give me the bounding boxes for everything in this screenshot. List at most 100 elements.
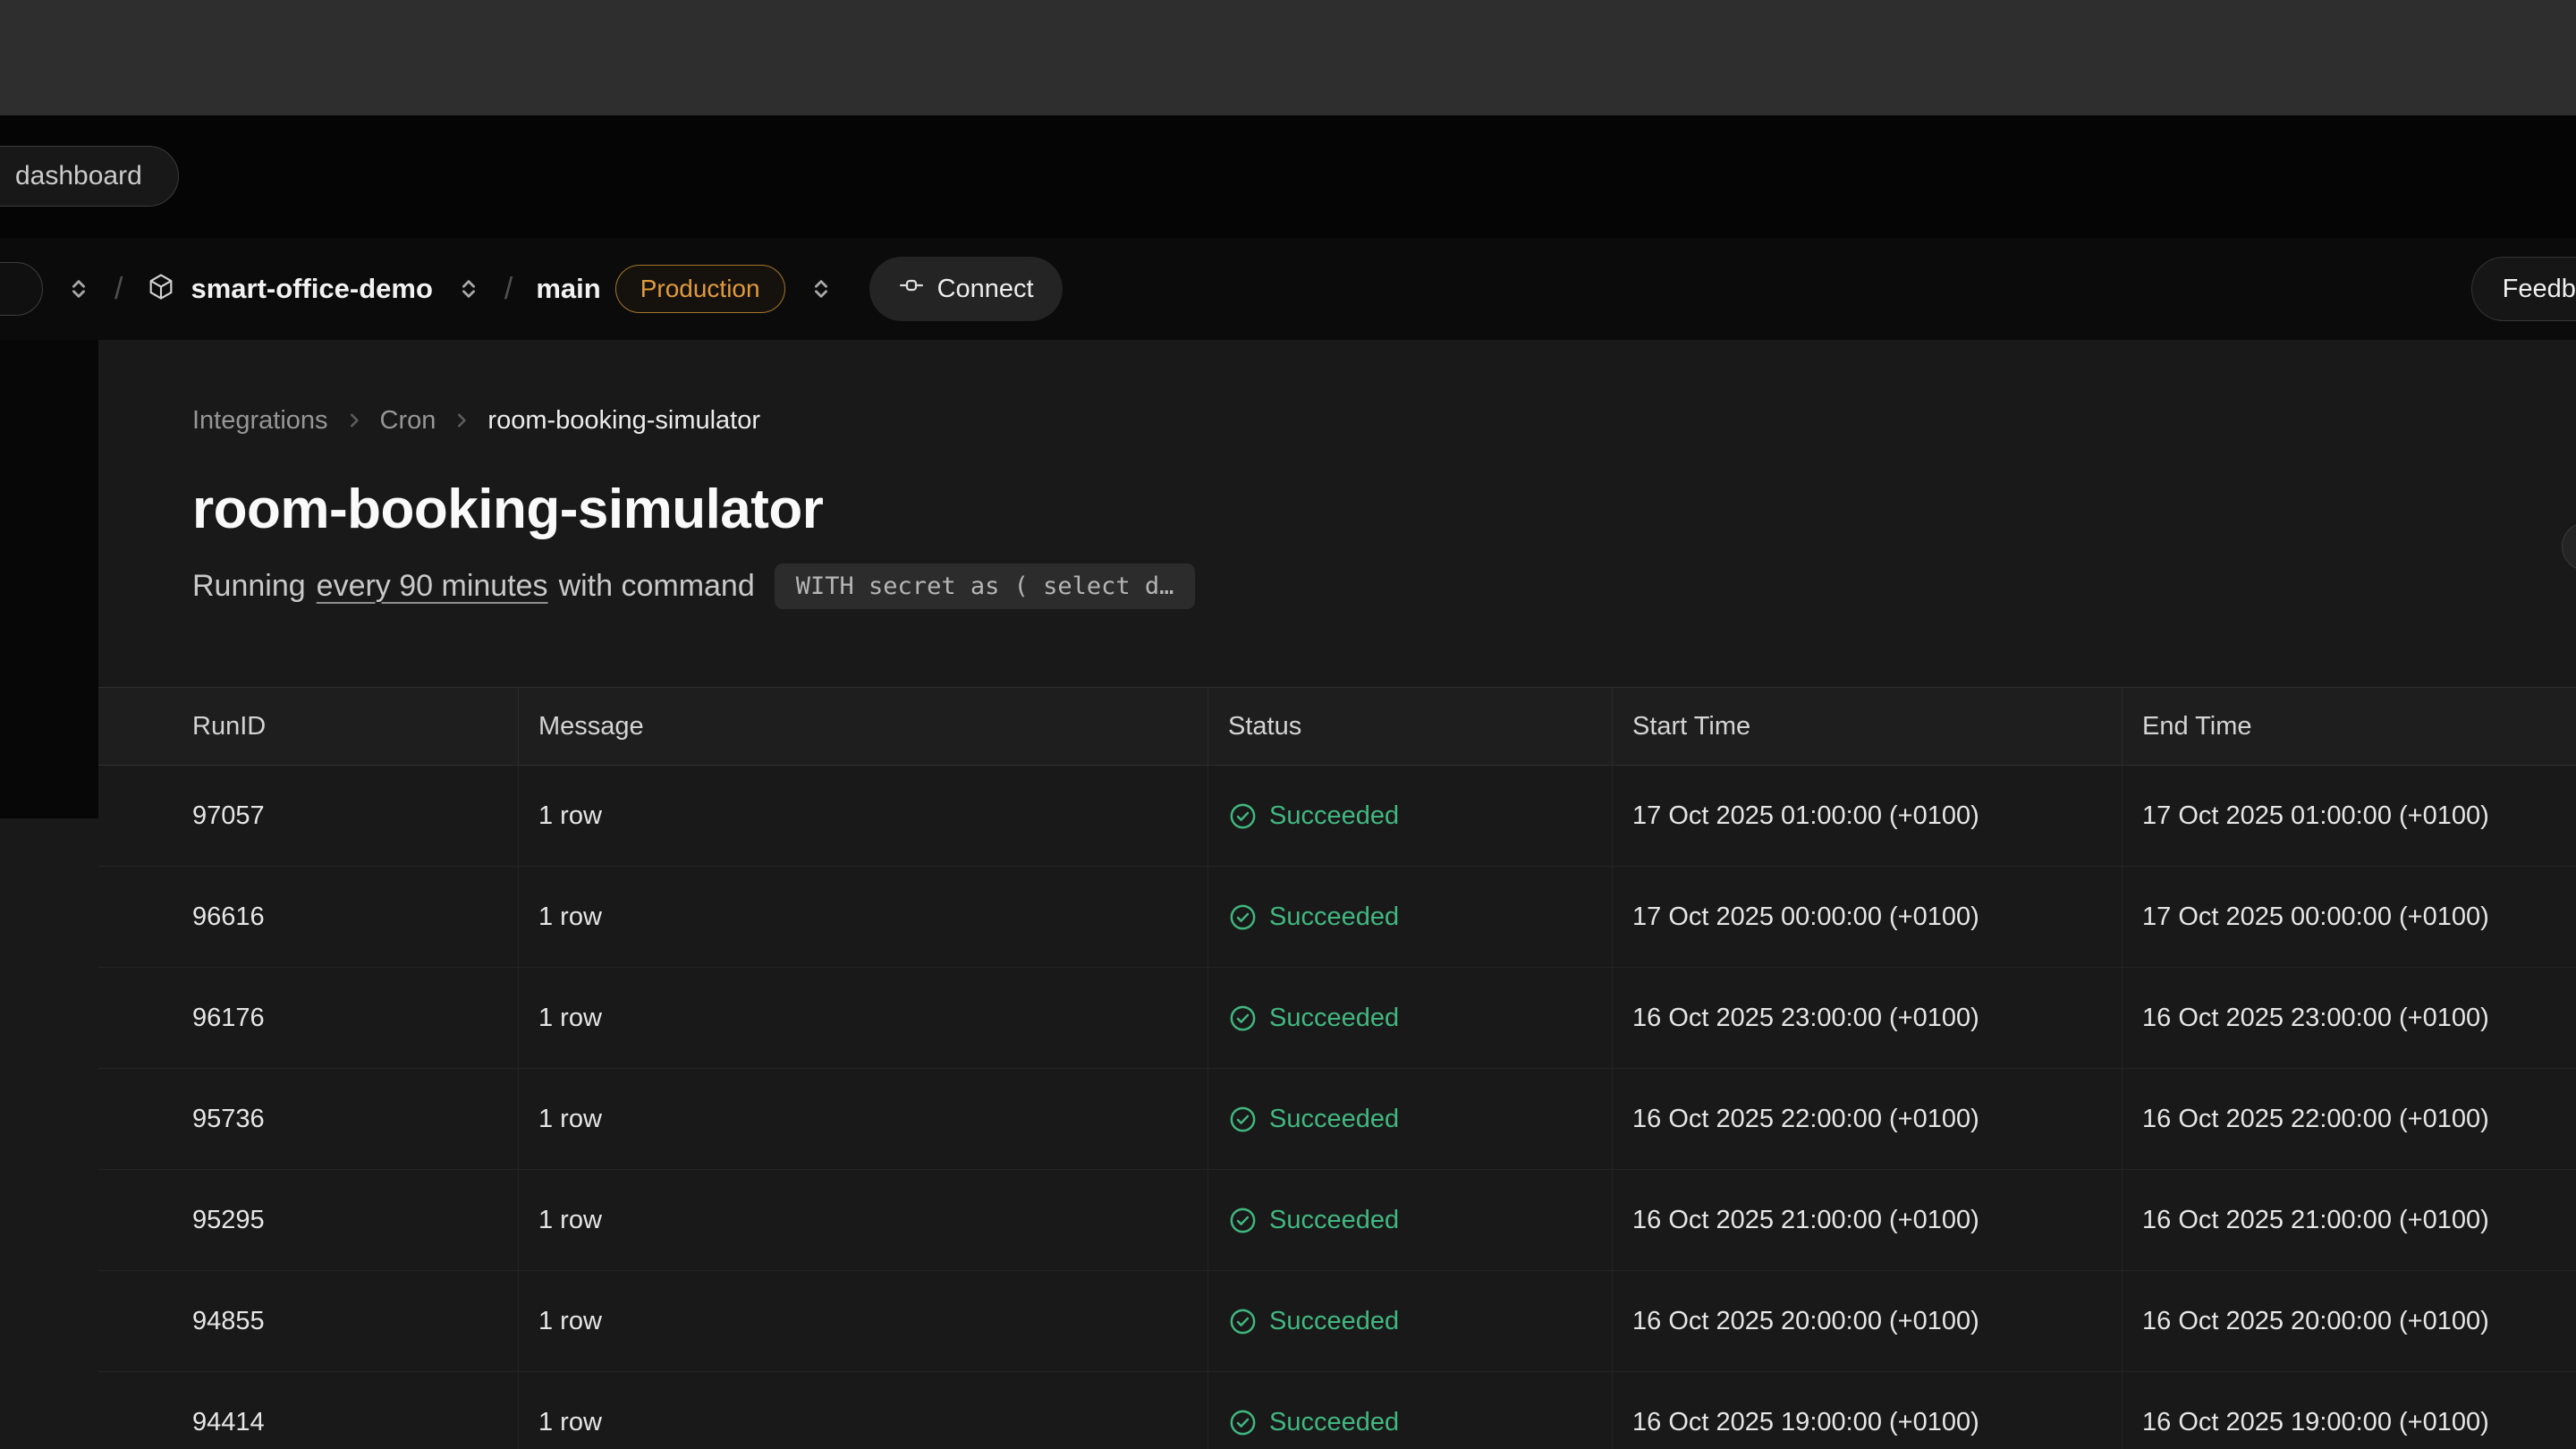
cell-start-time: 16 Oct 2025 23:00:00 (+0100) <box>1612 968 2122 1068</box>
breadcrumb-slash: / <box>504 272 513 307</box>
table-row[interactable]: 95295 1 row Succeeded 16 Oct 2025 21:00:… <box>98 1170 2576 1271</box>
branch-selector[interactable]: main Production <box>536 265 784 313</box>
page-header: Integrations Cron room-booking-simulator… <box>98 340 2576 609</box>
feedback-button[interactable]: Feedback <box>2471 257 2576 321</box>
top-bar <box>0 0 2576 115</box>
workspace-switcher-chevrons-icon[interactable] <box>66 276 91 301</box>
production-badge[interactable]: Production <box>615 265 785 313</box>
table-row[interactable]: 95736 1 row Succeeded 16 Oct 2025 22:00:… <box>98 1069 2576 1170</box>
cell-message: 1 row <box>518 1170 1208 1270</box>
schedule-suffix: with command <box>559 569 755 604</box>
table-row[interactable]: 96176 1 row Succeeded 16 Oct 2025 23:00:… <box>98 968 2576 1069</box>
check-circle-icon <box>1228 1004 1258 1033</box>
cell-message: 1 row <box>518 968 1208 1068</box>
check-circle-icon <box>1228 1307 1258 1336</box>
cell-message: 1 row <box>518 867 1208 967</box>
check-circle-icon <box>1228 1206 1258 1235</box>
cell-status: Succeeded <box>1208 1271 1612 1371</box>
cell-start-time: 16 Oct 2025 19:00:00 (+0100) <box>1612 1372 2122 1449</box>
cell-end-time: 17 Oct 2025 00:00:00 (+0100) <box>2122 867 2576 967</box>
runs-table: RunID Message Status Start Time End Time… <box>98 687 2576 1449</box>
check-circle-icon <box>1228 902 1258 932</box>
table-row[interactable]: 94414 1 row Succeeded 16 Oct 2025 19:00:… <box>98 1372 2576 1449</box>
cell-end-time: 16 Oct 2025 19:00:00 (+0100) <box>2122 1372 2576 1449</box>
command-snippet-chip[interactable]: WITH secret as ( select d… <box>775 564 1196 609</box>
schedule-description: Running every 90 minutes with command WI… <box>98 563 2576 609</box>
status-label: Succeeded <box>1269 1105 1399 1134</box>
cell-run-id: 94855 <box>98 1271 518 1371</box>
check-circle-icon <box>1228 1408 1258 1437</box>
column-header-message: Message <box>518 688 1208 765</box>
column-header-start-time: Start Time <box>1612 688 2122 765</box>
feedback-button-label: Feedback <box>2503 275 2576 304</box>
cell-run-id: 95736 <box>98 1069 518 1169</box>
workspace-selector-clipped[interactable] <box>0 262 43 316</box>
database-cube-icon <box>146 272 176 307</box>
main-content: Integrations Cron room-booking-simulator… <box>0 340 2576 1449</box>
cell-message: 1 row <box>518 1069 1208 1169</box>
connect-button-label: Connect <box>937 275 1034 304</box>
project-name: smart-office-demo <box>191 273 432 305</box>
breadcrumb-slash: / <box>114 272 123 307</box>
breadcrumb-cron[interactable]: Cron <box>380 405 436 436</box>
table-row[interactable]: 97057 1 row Succeeded 17 Oct 2025 01:00:… <box>98 766 2576 867</box>
plug-icon <box>898 272 925 306</box>
table-body: 97057 1 row Succeeded 17 Oct 2025 01:00:… <box>98 766 2576 1449</box>
table-header-row: RunID Message Status Start Time End Time <box>98 687 2576 766</box>
column-header-end-time: End Time <box>2122 688 2576 765</box>
cell-start-time: 17 Oct 2025 01:00:00 (+0100) <box>1612 766 2122 866</box>
breadcrumb-current-page: room-booking-simulator <box>487 405 760 436</box>
chevron-right-icon <box>452 411 471 430</box>
status-label: Succeeded <box>1269 1307 1399 1336</box>
connect-button[interactable]: Connect <box>869 257 1063 321</box>
chevron-right-icon <box>344 411 364 430</box>
cell-status: Succeeded <box>1208 1372 1612 1449</box>
cell-run-id: 95295 <box>98 1170 518 1270</box>
cell-start-time: 16 Oct 2025 22:00:00 (+0100) <box>1612 1069 2122 1169</box>
schedule-interval[interactable]: every 90 minutes <box>317 569 548 604</box>
breadcrumb: Integrations Cron room-booking-simulator <box>98 405 2576 436</box>
status-label: Succeeded <box>1269 1408 1399 1437</box>
check-circle-icon <box>1228 801 1258 831</box>
cell-end-time: 16 Oct 2025 23:00:00 (+0100) <box>2122 968 2576 1068</box>
branch-name: main <box>536 273 600 305</box>
collapsed-sidebar[interactable] <box>0 340 98 818</box>
status-label: Succeeded <box>1269 1004 1399 1033</box>
check-circle-icon <box>1228 1105 1258 1134</box>
cell-end-time: 16 Oct 2025 21:00:00 (+0100) <box>2122 1170 2576 1270</box>
breadcrumb-integrations[interactable]: Integrations <box>192 405 328 436</box>
cell-start-time: 17 Oct 2025 00:00:00 (+0100) <box>1612 867 2122 967</box>
column-header-runid: RunID <box>98 688 518 765</box>
cell-message: 1 row <box>518 1271 1208 1371</box>
cell-status: Succeeded <box>1208 1069 1612 1169</box>
cell-run-id: 96176 <box>98 968 518 1068</box>
tab-dashboard[interactable]: dashboard <box>0 146 179 207</box>
page-title: room-booking-simulator <box>98 480 2576 539</box>
tab-bar: dashboard <box>0 115 2576 238</box>
project-selector[interactable]: smart-office-demo <box>146 272 432 307</box>
cell-status: Succeeded <box>1208 1170 1612 1270</box>
tab-dashboard-label: dashboard <box>15 161 142 191</box>
cell-message: 1 row <box>518 766 1208 866</box>
cell-status: Succeeded <box>1208 968 1612 1068</box>
app-nav-bar: / smart-office-demo / main Production Co… <box>0 238 2576 340</box>
cell-end-time: 16 Oct 2025 20:00:00 (+0100) <box>2122 1271 2576 1371</box>
cell-status: Succeeded <box>1208 867 1612 967</box>
table-row[interactable]: 96616 1 row Succeeded 17 Oct 2025 00:00:… <box>98 867 2576 968</box>
project-switcher-chevrons-icon[interactable] <box>456 276 481 301</box>
cell-run-id: 97057 <box>98 766 518 866</box>
cell-start-time: 16 Oct 2025 21:00:00 (+0100) <box>1612 1170 2122 1270</box>
branch-switcher-chevrons-icon[interactable] <box>809 276 834 301</box>
table-row[interactable]: 94855 1 row Succeeded 16 Oct 2025 20:00:… <box>98 1271 2576 1372</box>
status-label: Succeeded <box>1269 902 1399 932</box>
cell-end-time: 17 Oct 2025 01:00:00 (+0100) <box>2122 766 2576 866</box>
column-header-status: Status <box>1208 688 1612 765</box>
cell-run-id: 96616 <box>98 867 518 967</box>
cell-run-id: 94414 <box>98 1372 518 1449</box>
status-label: Succeeded <box>1269 1206 1399 1235</box>
status-label: Succeeded <box>1269 801 1399 831</box>
cell-start-time: 16 Oct 2025 20:00:00 (+0100) <box>1612 1271 2122 1371</box>
cell-end-time: 16 Oct 2025 22:00:00 (+0100) <box>2122 1069 2576 1169</box>
cell-status: Succeeded <box>1208 766 1612 866</box>
schedule-prefix: Running <box>192 569 306 604</box>
